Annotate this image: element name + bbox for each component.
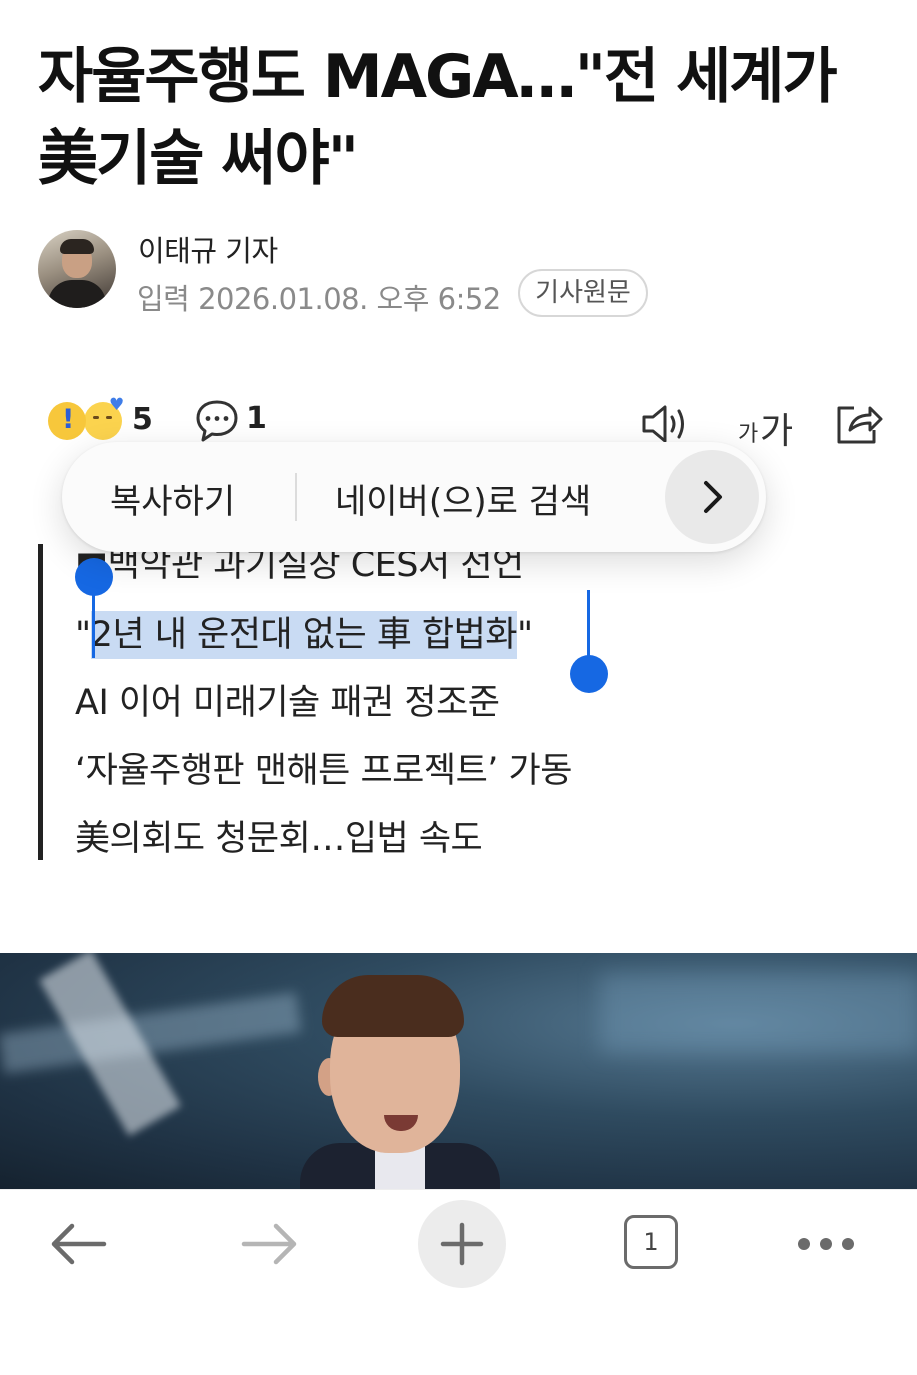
original-article-button[interactable]: 기사원문 — [518, 269, 648, 317]
article-summary: ■백악관 과기실장 CES서 선언 "2년 내 운전대 없는 車 합법화" AI… — [75, 531, 775, 873]
back-arrow-icon[interactable] — [48, 1222, 108, 1266]
share-icon[interactable] — [834, 400, 884, 446]
summary-line-selected: "2년 내 운전대 없는 車 합법화" — [75, 601, 775, 669]
font-size-icon[interactable]: 가 가 — [738, 402, 796, 452]
summary-quote-bar — [38, 544, 43, 860]
chevron-right-icon — [704, 481, 722, 513]
new-tab-button[interactable] — [418, 1200, 506, 1288]
article-photo — [0, 953, 917, 1189]
more-icon[interactable] — [798, 1238, 858, 1252]
summary-line: ‘자율주행판 맨해튼 프로젝트’ 가동 — [75, 751, 572, 791]
article-title: 자율주행도 MAGA…"전 세계가 美기술 써야" — [38, 36, 898, 200]
text-selection-menu: 복사하기 네이버(으)로 검색 — [62, 442, 766, 552]
summary-line: AI 이어 미래기술 패권 정조준 — [75, 683, 500, 723]
smile-emoji-icon: ♥ — [84, 395, 124, 440]
plus-icon — [440, 1222, 484, 1266]
selection-end-handle[interactable] — [570, 655, 608, 693]
summary-line: 美의회도 청문회…입법 속도 — [75, 819, 483, 859]
copy-menu-item[interactable]: 복사하기 — [110, 474, 235, 523]
comment-count[interactable]: 1 — [246, 401, 267, 436]
article-title-line2: 美기술 써야" — [38, 124, 359, 194]
selection-start-handle[interactable] — [75, 558, 113, 596]
speaker-icon[interactable] — [640, 402, 690, 446]
forward-arrow-icon[interactable] — [240, 1222, 300, 1266]
author-avatar[interactable] — [38, 230, 116, 308]
surprise-emoji-icon: ! — [48, 402, 86, 440]
browser-toolbar: 1 — [0, 1189, 917, 1375]
reaction-count: 5 — [132, 402, 153, 437]
selected-text[interactable]: 2년 내 운전대 없는 車 합법화 — [90, 611, 518, 659]
author-name[interactable]: 이태규 기자 — [138, 228, 278, 270]
menu-next-button[interactable] — [665, 450, 759, 544]
article-title-line1: 자율주행도 MAGA…"전 세계가 — [38, 42, 838, 112]
menu-divider — [295, 473, 297, 521]
publish-date: 입력 2026.01.08. 오후 6:52 — [137, 282, 501, 316]
search-naver-menu-item[interactable]: 네이버(으)로 검색 — [335, 474, 591, 523]
comment-icon[interactable] — [194, 398, 240, 444]
tabs-icon[interactable]: 1 — [624, 1215, 678, 1269]
